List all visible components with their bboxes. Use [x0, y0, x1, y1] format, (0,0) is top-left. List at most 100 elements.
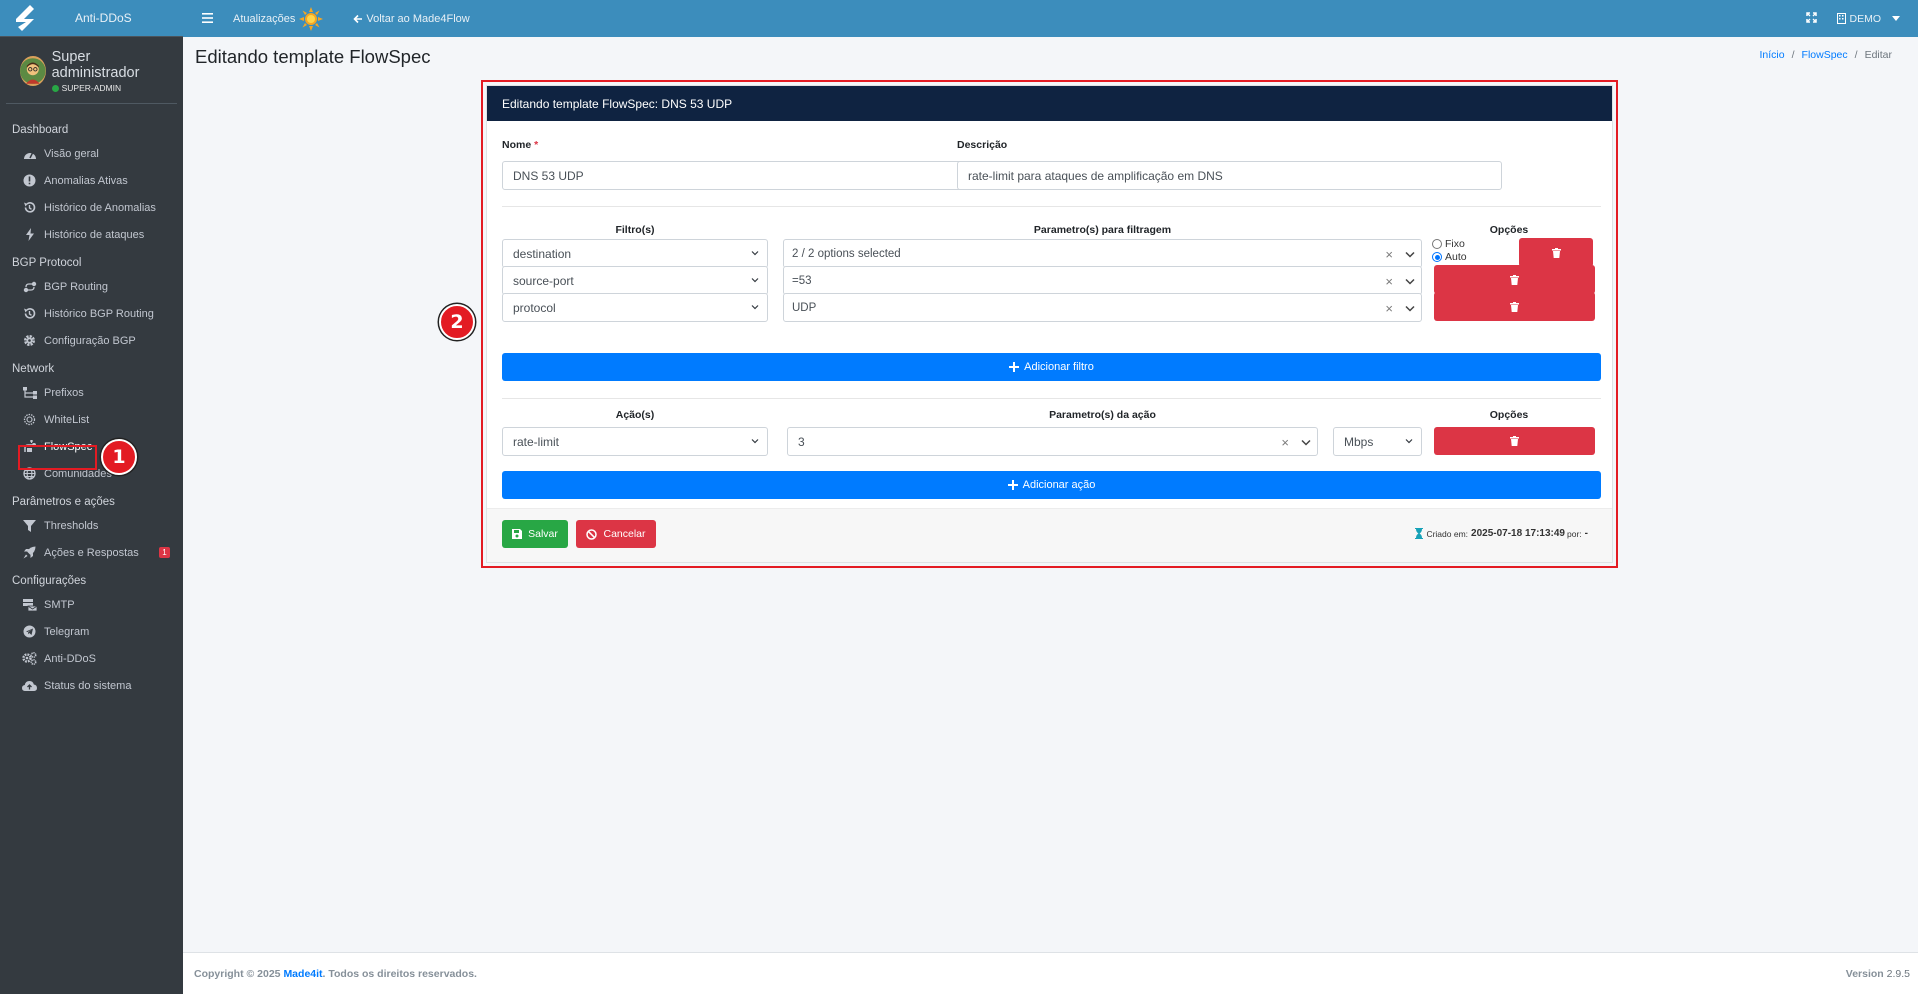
bolt-icon	[21, 228, 38, 242]
arrow-left-icon	[353, 14, 363, 23]
sidebar-item-thresholds[interactable]: Thresholds	[0, 512, 183, 539]
gear-icon	[21, 334, 38, 348]
clear-icon[interactable]: ×	[1281, 435, 1289, 450]
shield-icon	[21, 413, 38, 427]
cloud-upload-icon	[21, 679, 38, 693]
params-column-title: Parametro(s) para filtragem	[1033, 224, 1172, 236]
fullscreen-icon[interactable]	[1805, 11, 1817, 26]
sidebar-item-telegram[interactable]: Telegram	[0, 618, 183, 645]
filter-icon	[21, 519, 38, 533]
updates-link[interactable]: Atualizações	[233, 6, 324, 31]
chevron-down-icon[interactable]	[1405, 305, 1415, 312]
history-icon	[21, 307, 38, 321]
action-params-column-title: Parametro(s) da ação	[1049, 409, 1156, 421]
sidebar-item-hist-rico-bgp-routing[interactable]: Histórico BGP Routing	[0, 300, 183, 327]
sidebar-item-label: WhiteList	[44, 413, 90, 426]
filter-type-select[interactable]: source-port	[502, 266, 768, 295]
created-by-label: por:	[1567, 528, 1582, 539]
chevron-down-icon[interactable]	[1301, 439, 1311, 446]
add-action-button[interactable]: Adicionar ação	[502, 471, 1601, 499]
action-unit-select[interactable]: Mbps	[1333, 427, 1422, 456]
breadcrumb-home[interactable]: Início	[1760, 49, 1785, 61]
company-link[interactable]: Made4it	[283, 968, 322, 980]
sidebar-item-bgp-routing[interactable]: BGP Routing	[0, 273, 183, 300]
delete-filter-button[interactable]	[1434, 265, 1595, 294]
clear-icon[interactable]: ×	[1385, 247, 1393, 262]
nav-header: Network	[12, 363, 55, 375]
sidebar-item-a-es-e-respostas[interactable]: Ações e Respostas 1	[0, 539, 183, 566]
sidebar-item-prefixos[interactable]: Prefixos	[0, 379, 183, 406]
radio-auto-input[interactable]	[1432, 252, 1442, 262]
action-type-value: rate-limit	[513, 434, 560, 449]
hamburger-menu-icon[interactable]	[189, 10, 225, 27]
callout-1: 1	[101, 439, 137, 475]
filter-param-value: 2 / 2 options selected	[792, 247, 901, 260]
radio-auto[interactable]: Auto	[1432, 251, 1467, 263]
breadcrumb-flowspec[interactable]: FlowSpec	[1802, 49, 1848, 61]
page-title: Editando template FlowSpec	[195, 46, 431, 67]
sidebar-item-label: Anomalias Ativas	[44, 174, 128, 187]
floppy-disk-icon	[512, 529, 523, 539]
sidebar-item-label: Anti-DDoS	[44, 652, 96, 665]
radio-auto-label: Auto	[1445, 251, 1467, 263]
topbar: Atualizações Voltar ao Made4Flow DEMO	[183, 0, 1918, 37]
sidebar-item-label: BGP Routing	[44, 280, 109, 293]
flowspec-template-card: Editando template FlowSpec: DNS 53 UDP N…	[486, 85, 1613, 563]
sidebar-item-status-do-sistema[interactable]: Status do sistema	[0, 672, 183, 699]
filter-type-select[interactable]: protocol	[502, 293, 768, 322]
save-button[interactable]: Salvar	[502, 520, 568, 548]
sidebar-item-hist-rico-de-ataques[interactable]: Histórico de ataques	[0, 221, 183, 248]
sidebar-item-anti-ddos[interactable]: Anti-DDoS	[0, 645, 183, 672]
cancel-button[interactable]: Cancelar	[576, 520, 656, 548]
add-action-label: Adicionar ação	[1022, 479, 1096, 491]
action-value: 3	[798, 434, 805, 449]
network-icon	[21, 386, 38, 400]
sidebar-item-smtp[interactable]: SMTP	[0, 591, 183, 618]
trash-icon	[1510, 274, 1519, 285]
delete-filter-button[interactable]	[1519, 238, 1593, 267]
chevron-down-icon[interactable]	[1405, 251, 1415, 258]
filter-param-select[interactable]: UDP ×	[783, 293, 1422, 322]
back-to-made4flow-link[interactable]: Voltar ao Made4Flow	[353, 12, 470, 25]
hourglass-icon	[1415, 528, 1424, 539]
created-info: Criado em: 2025-07-18 17:13:49 por: -	[1415, 528, 1590, 539]
created-label: Criado em:	[1426, 528, 1469, 539]
actions-column-title: Ação(s)	[615, 409, 655, 421]
action-type-select[interactable]: rate-limit	[502, 427, 768, 456]
sidebar-item-configura-o-bgp[interactable]: Configuração BGP	[0, 327, 183, 354]
plus-icon	[1009, 362, 1020, 372]
sidebar-item-label: Histórico de ataques	[44, 228, 145, 241]
filter-type-select[interactable]: destination	[502, 239, 768, 268]
back-label: Voltar ao Made4Flow	[366, 12, 470, 25]
nav-header: BGP Protocol	[12, 257, 82, 269]
tenant-dropdown[interactable]: DEMO	[1836, 13, 1900, 25]
chevron-down-icon[interactable]	[1405, 278, 1415, 285]
filter-param-select[interactable]: 2 / 2 options selected ×	[783, 239, 1422, 268]
sidebar-item-anomalias-ativas[interactable]: Anomalias Ativas	[0, 167, 183, 194]
sidebar-item-whitelist[interactable]: WhiteList	[0, 406, 183, 433]
sidebar-item-label: Prefixos	[44, 386, 84, 399]
name-label: Nome *	[502, 139, 539, 151]
sidebar-item-vis-o-geral[interactable]: Visão geral	[0, 140, 183, 167]
chevron-down-icon	[751, 251, 759, 256]
filter-param-select[interactable]: =53 ×	[783, 266, 1422, 295]
user-name: Super administrador	[51, 49, 140, 81]
delete-filter-button[interactable]	[1434, 292, 1595, 321]
page-footer: Copyright © 2025 Made4it. Todos os direi…	[183, 952, 1918, 994]
description-input[interactable]: rate-limit para ataques de amplificação …	[957, 161, 1502, 190]
radio-fixo[interactable]: Fixo	[1432, 238, 1465, 250]
brand[interactable]: Anti-DDoS	[0, 0, 183, 37]
user-panel[interactable]: Super administrador SUPER-ADMIN	[6, 37, 177, 104]
delete-action-button[interactable]	[1434, 427, 1595, 455]
created-at: 2025-07-18 17:13:49	[1471, 528, 1565, 539]
sidebar-item-hist-rico-de-anomalias[interactable]: Histórico de Anomalias	[0, 194, 183, 221]
add-filter-button[interactable]: Adicionar filtro	[502, 353, 1601, 381]
action-value-select[interactable]: 3 ×	[787, 427, 1318, 456]
sidebar: Anti-DDoS Super administrador SUPER-ADMI…	[0, 0, 183, 994]
sidebar-item-label: Configuração BGP	[44, 334, 136, 347]
rocket-icon	[21, 546, 38, 560]
brand-text: Anti-DDoS	[75, 11, 132, 25]
clear-icon[interactable]: ×	[1385, 274, 1393, 289]
clear-icon[interactable]: ×	[1385, 301, 1393, 316]
radio-fixo-input[interactable]	[1432, 239, 1442, 249]
